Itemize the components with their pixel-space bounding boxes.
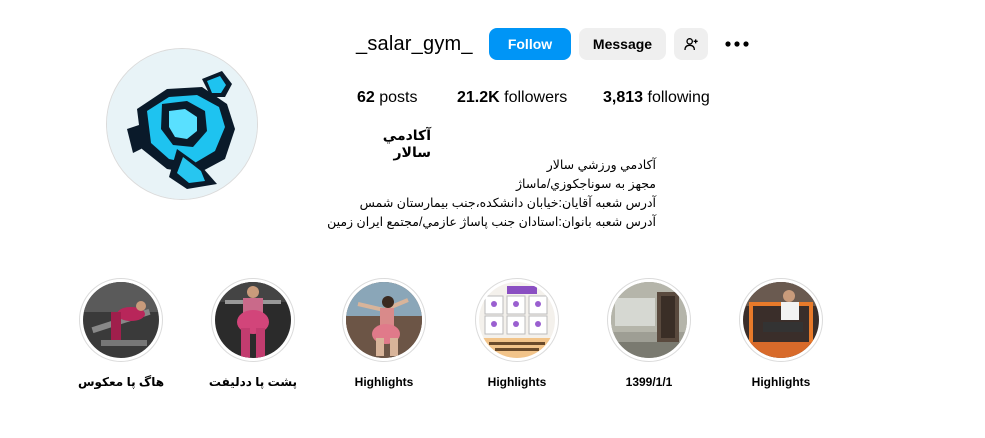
story-highlight[interactable]: پشت پا ددليفت bbox=[193, 278, 313, 389]
following-stat[interactable]: 3,813 following bbox=[603, 89, 710, 107]
highlight-cover-image bbox=[479, 282, 555, 358]
avatar-logo-image bbox=[107, 49, 257, 199]
bio-line: آکادمي ورزشي سالار bbox=[546, 158, 656, 172]
more-options-icon bbox=[725, 41, 749, 47]
suggested-users-button[interactable] bbox=[674, 28, 708, 60]
posts-stat: 62 posts bbox=[357, 89, 418, 107]
highlight-label: Highlights bbox=[487, 375, 547, 389]
highlight-cover-image bbox=[215, 282, 291, 358]
bio-line: مجهز به سوناجکوزي/ماساژ bbox=[516, 177, 656, 191]
highlight-label: Highlights bbox=[354, 375, 414, 389]
bio-line: آدرس شعبه بانوان:استادان جنب پاساژ عازمي… bbox=[327, 215, 656, 229]
profile-bio: آکادمي ورزشي سالار مجهز به سوناجکوزي/ماس… bbox=[327, 156, 656, 232]
story-highlight[interactable]: هاگ پا معکوس bbox=[61, 278, 181, 389]
highlight-ring bbox=[607, 278, 691, 362]
story-highlight[interactable]: Highlights bbox=[324, 278, 444, 389]
highlight-ring bbox=[342, 278, 426, 362]
story-highlight[interactable]: Highlights bbox=[457, 278, 577, 389]
highlight-ring bbox=[211, 278, 295, 362]
following-count: 3,813 bbox=[603, 89, 644, 106]
add-user-icon bbox=[684, 38, 698, 51]
highlight-label: هاگ پا معکوس bbox=[77, 375, 165, 389]
followers-count: 21.2K bbox=[457, 89, 500, 106]
highlight-ring bbox=[79, 278, 163, 362]
posts-count: 62 bbox=[357, 89, 375, 106]
message-button[interactable]: Message bbox=[579, 28, 666, 60]
highlight-ring bbox=[475, 278, 559, 362]
highlight-label: پشت پا ددليفت bbox=[208, 375, 298, 389]
profile-avatar[interactable] bbox=[106, 48, 258, 200]
followers-stat[interactable]: 21.2K followers bbox=[457, 89, 567, 107]
highlight-cover-image bbox=[346, 282, 422, 358]
story-highlight[interactable]: 1399/1/1 bbox=[589, 278, 709, 389]
highlight-cover-image bbox=[83, 282, 159, 358]
profile-username: _salar_gym_ bbox=[356, 33, 473, 55]
bio-line: آدرس شعبه آقايان:خيابان دانشکده،جنب بيما… bbox=[359, 196, 656, 210]
follow-button[interactable]: Follow bbox=[489, 28, 571, 60]
highlight-label: 1399/1/1 bbox=[625, 375, 673, 389]
highlight-label: Highlights bbox=[751, 375, 811, 389]
more-options-button[interactable] bbox=[724, 34, 750, 54]
posts-label: posts bbox=[379, 89, 418, 106]
following-label: following bbox=[647, 89, 710, 106]
highlight-cover-image bbox=[743, 282, 819, 358]
story-highlight[interactable]: Highlights bbox=[721, 278, 841, 389]
followers-label: followers bbox=[504, 89, 568, 106]
highlight-cover-image bbox=[611, 282, 687, 358]
highlight-ring bbox=[739, 278, 823, 362]
